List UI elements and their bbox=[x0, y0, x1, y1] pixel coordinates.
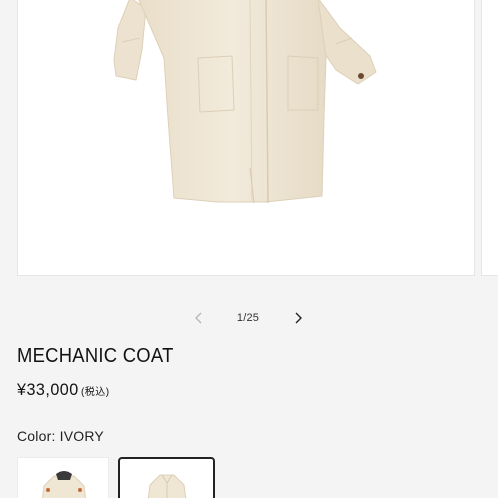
price-row: ¥33,000 (税込) bbox=[17, 380, 110, 400]
coat-image bbox=[113, 0, 377, 204]
tax-note: (税込) bbox=[80, 387, 110, 398]
product-gallery bbox=[0, 0, 498, 276]
swatch-2-thumbnail bbox=[147, 474, 187, 498]
chevron-right-icon bbox=[295, 312, 302, 324]
product-image-main[interactable] bbox=[17, 0, 475, 276]
slider-prev-button[interactable] bbox=[189, 308, 209, 328]
swatch-1-thumbnail bbox=[41, 471, 87, 498]
slide-counter: 1/25 bbox=[236, 312, 260, 324]
product-page: 1/25 MECHANIC COAT ¥33,000 (税込) Color: I… bbox=[0, 0, 498, 498]
chevron-left-icon bbox=[195, 312, 202, 324]
product-price: ¥33,000 bbox=[17, 380, 79, 399]
product-image-next-peek[interactable] bbox=[481, 0, 498, 276]
color-label: Color: IVORY bbox=[17, 428, 104, 444]
product-title: MECHANIC COAT bbox=[17, 345, 174, 367]
color-swatch-2-selected[interactable] bbox=[118, 457, 215, 498]
slider-controls: 1/25 bbox=[0, 304, 498, 332]
slider-next-button[interactable] bbox=[288, 308, 308, 328]
color-swatch-1[interactable] bbox=[17, 457, 109, 498]
